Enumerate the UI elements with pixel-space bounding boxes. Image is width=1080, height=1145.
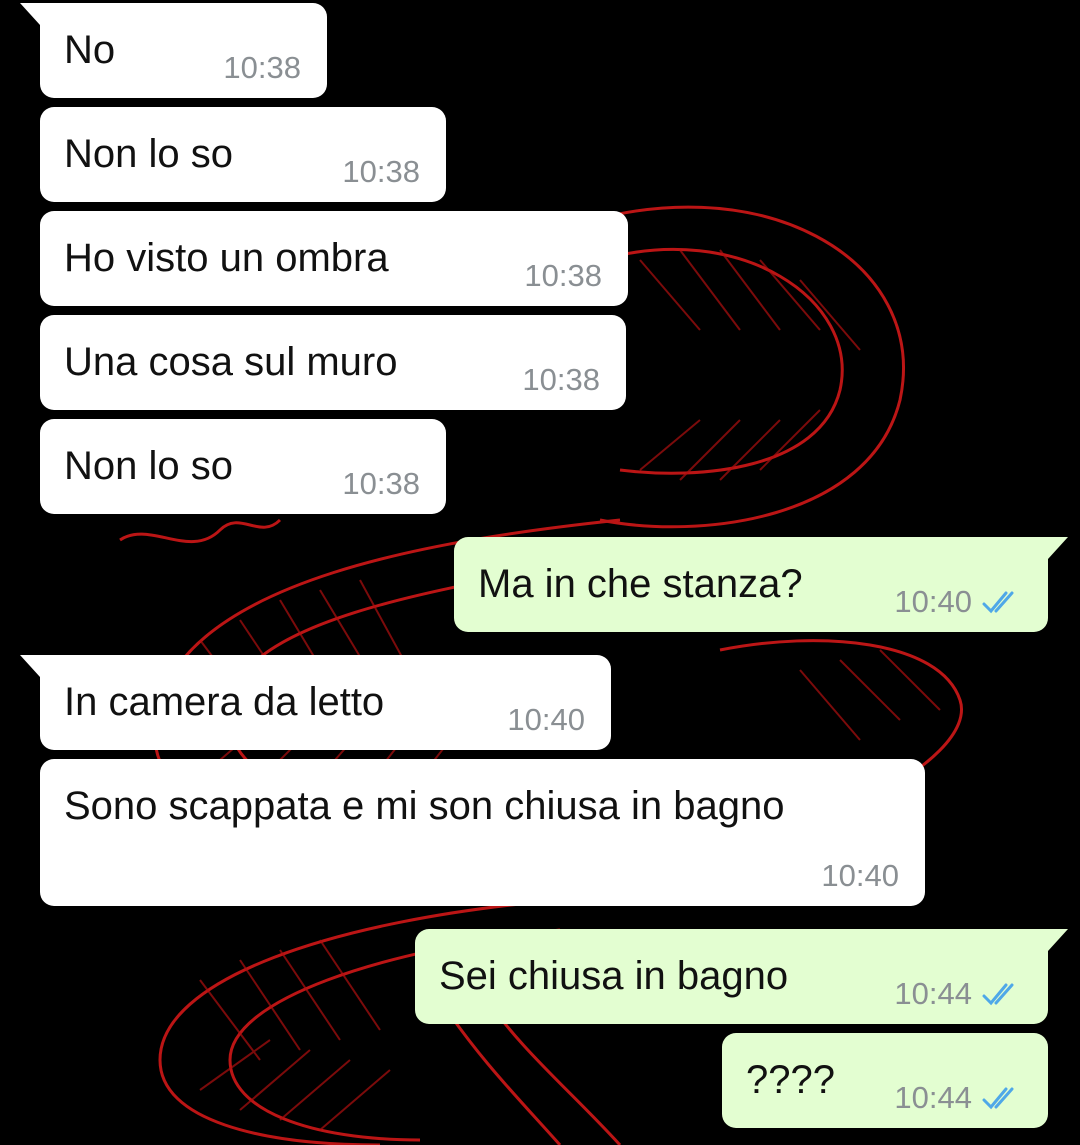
message-bubble-incoming[interactable]: Sono scappata e mi son chiusa in bagno 1… xyxy=(40,759,925,906)
message-time: 10:40 xyxy=(821,858,899,893)
message-text: Ho visto un ombra xyxy=(64,236,389,280)
message-bubble-incoming[interactable]: In camera da letto 10:40 xyxy=(20,655,611,750)
bubble-tail xyxy=(20,3,40,25)
message-bubble-incoming[interactable]: Una cosa sul muro 10:38 xyxy=(40,315,626,410)
message-bubble-incoming[interactable]: Non lo so 10:38 xyxy=(40,419,446,514)
message-bubble-outgoing[interactable]: Sei chiusa in bagno 10:44 xyxy=(415,929,1068,1024)
message-time: 10:40 xyxy=(507,702,585,737)
message-time: 10:44 xyxy=(894,1080,972,1115)
bubble-tail xyxy=(1048,929,1068,951)
message-time: 10:44 xyxy=(894,976,972,1011)
message-bubble-incoming[interactable]: No 10:38 xyxy=(20,3,327,98)
message-bubble-outgoing[interactable]: ???? 10:44 xyxy=(722,1033,1048,1128)
message-bubble-outgoing[interactable]: Ma in che stanza? 10:40 xyxy=(454,537,1068,632)
read-ticks-icon xyxy=(982,591,1014,614)
message-time: 10:38 xyxy=(342,466,420,501)
message-text: Sono scappata e mi son chiusa in bagno xyxy=(64,784,785,828)
bubble-tail xyxy=(20,655,40,677)
bubble-tail xyxy=(1048,537,1068,559)
message-time: 10:38 xyxy=(342,154,420,189)
message-bubble-incoming[interactable]: Non lo so 10:38 xyxy=(40,107,446,202)
read-ticks-icon xyxy=(982,983,1014,1006)
message-time: 10:38 xyxy=(223,50,301,85)
message-bubble-incoming[interactable]: Ho visto un ombra 10:38 xyxy=(40,211,628,306)
message-text: Una cosa sul muro xyxy=(64,340,398,384)
read-ticks-icon xyxy=(982,1087,1014,1110)
message-time: 10:38 xyxy=(524,258,602,293)
message-time: 10:38 xyxy=(522,362,600,397)
message-time: 10:40 xyxy=(894,584,972,619)
